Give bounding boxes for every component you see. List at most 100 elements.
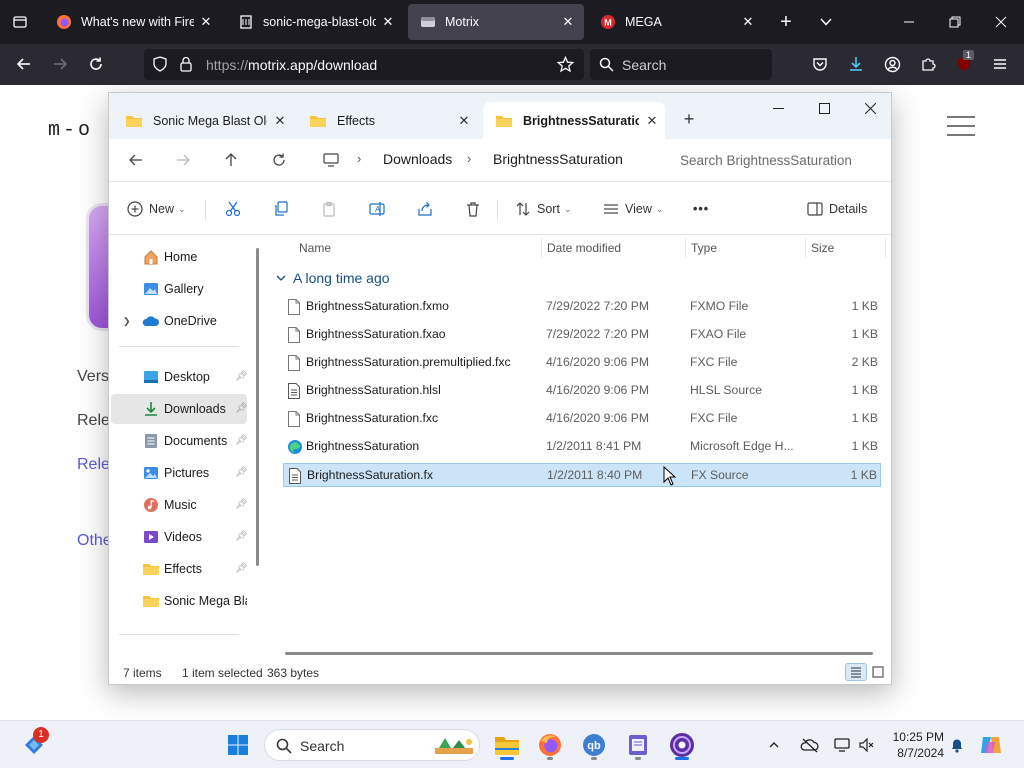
- nav-item-home[interactable]: Home: [111, 242, 247, 272]
- pocket-button[interactable]: [806, 50, 834, 78]
- taskbar-visual-studio[interactable]: [666, 729, 698, 761]
- file-row[interactable]: BrightnessSaturation 1/2/2011 8:41 PM Mi…: [283, 435, 881, 459]
- list-all-tabs-button[interactable]: [812, 8, 840, 36]
- volume-tray-button[interactable]: [856, 729, 878, 761]
- explorer-tab-effects[interactable]: Effects ✕: [297, 102, 477, 139]
- browser-tab-github[interactable]: sonic-mega-blast-old- ✕: [226, 4, 404, 40]
- bookmark-star-icon[interactable]: [557, 56, 574, 73]
- navigation-scrollbar[interactable]: [256, 248, 259, 566]
- nav-item-music[interactable]: Music 📌︎: [111, 490, 247, 520]
- close-icon[interactable]: ✕: [267, 113, 293, 129]
- share-button[interactable]: [417, 196, 433, 222]
- close-icon[interactable]: ✕: [556, 10, 580, 34]
- more-options-button[interactable]: •••: [693, 196, 709, 222]
- column-header-date[interactable]: Date modified: [547, 241, 621, 255]
- taskbar-clock[interactable]: 10:25 PM 8/7/2024: [884, 729, 944, 761]
- app-menu-button[interactable]: [986, 50, 1014, 78]
- pin-icon[interactable]: 📌︎: [235, 371, 247, 382]
- new-button[interactable]: New ⌄: [127, 196, 186, 222]
- forward-button[interactable]: [46, 50, 74, 78]
- details-pane-button[interactable]: Details: [807, 196, 867, 222]
- other-link[interactable]: Othe: [77, 532, 112, 550]
- explorer-tab-brightness[interactable]: BrightnessSaturation ✕: [483, 102, 665, 139]
- new-tab-button[interactable]: +: [675, 107, 703, 131]
- details-view-button[interactable]: [845, 663, 867, 681]
- close-icon[interactable]: ✕: [194, 10, 218, 34]
- refresh-button[interactable]: [264, 147, 294, 173]
- extensions-button[interactable]: [914, 50, 942, 78]
- file-row[interactable]: BrightnessSaturation.fxao 7/29/2022 7:20…: [283, 323, 881, 347]
- firefox-view-button[interactable]: [6, 10, 34, 34]
- taskbar-qbittorrent[interactable]: qb: [578, 729, 610, 761]
- nav-item-desktop[interactable]: Desktop 📌︎: [111, 362, 247, 392]
- nav-item-downloads[interactable]: Downloads 📌︎: [111, 394, 247, 424]
- search-bar[interactable]: Search: [590, 49, 772, 80]
- forward-button[interactable]: [168, 147, 198, 173]
- file-row-selected[interactable]: BrightnessSaturation.fx 1/2/2011 8:40 PM…: [283, 463, 881, 487]
- nav-item-sonic[interactable]: Sonic Mega Blas: [111, 586, 247, 616]
- account-button[interactable]: [878, 50, 906, 78]
- nav-item-documents[interactable]: Documents 📌︎: [111, 426, 247, 456]
- nav-item-gallery[interactable]: Gallery: [111, 274, 247, 304]
- pin-icon[interactable]: 📌︎: [235, 467, 247, 478]
- network-tray-button[interactable]: [830, 729, 854, 761]
- close-icon[interactable]: ✕: [376, 10, 400, 34]
- column-header-name[interactable]: Name: [299, 241, 331, 255]
- column-header-size[interactable]: Size: [811, 241, 834, 255]
- group-header[interactable]: A long time ago: [275, 270, 390, 286]
- close-window-button[interactable]: [847, 93, 893, 123]
- horizontal-scrollbar[interactable]: [285, 652, 873, 655]
- nav-item-pictures[interactable]: Pictures 📌︎: [111, 458, 247, 488]
- taskbar-firefox[interactable]: [534, 729, 566, 761]
- widgets-button[interactable]: 1: [18, 727, 50, 761]
- copilot-button[interactable]: [976, 729, 1006, 761]
- downloads-button[interactable]: [842, 50, 870, 78]
- site-menu-button[interactable]: [946, 115, 976, 137]
- pin-icon[interactable]: 📌︎: [235, 563, 247, 574]
- new-tab-button[interactable]: +: [772, 8, 800, 36]
- ublock-extension-button[interactable]: 1: [950, 50, 978, 78]
- file-row[interactable]: BrightnessSaturation.fxmo 7/29/2022 7:20…: [283, 295, 881, 319]
- browser-tab-firefox-news[interactable]: What's new with Firefo ✕: [44, 4, 222, 40]
- column-divider[interactable]: [805, 238, 806, 258]
- cut-button[interactable]: [225, 196, 241, 222]
- maximize-button[interactable]: [801, 93, 847, 123]
- back-button[interactable]: [10, 50, 38, 78]
- delete-button[interactable]: [465, 196, 481, 222]
- close-icon[interactable]: ✕: [736, 10, 760, 34]
- file-row[interactable]: BrightnessSaturation.fxc 4/16/2020 9:06 …: [283, 407, 881, 431]
- column-divider[interactable]: [685, 238, 686, 258]
- restore-button[interactable]: [932, 4, 978, 40]
- nav-item-onedrive[interactable]: ❯ OneDrive: [111, 306, 247, 336]
- up-button[interactable]: [216, 147, 246, 173]
- show-hidden-icons-button[interactable]: [762, 729, 786, 761]
- column-divider[interactable]: [885, 238, 886, 258]
- close-window-button[interactable]: [978, 4, 1024, 40]
- url-bar[interactable]: https://motrix.app/download: [144, 49, 584, 80]
- browser-tab-motrix[interactable]: Motrix ✕: [408, 4, 584, 40]
- reload-button[interactable]: [82, 50, 110, 78]
- close-icon[interactable]: ✕: [639, 113, 665, 129]
- back-button[interactable]: [121, 147, 151, 173]
- breadcrumb-current-folder[interactable]: BrightnessSaturation: [493, 151, 623, 167]
- sort-button[interactable]: Sort ⌄: [515, 196, 571, 222]
- minimize-button[interactable]: [886, 4, 932, 40]
- column-header-type[interactable]: Type: [691, 241, 717, 255]
- address-bar[interactable]: › Downloads › BrightnessSaturation: [309, 145, 661, 175]
- tiles-view-button[interactable]: [867, 663, 889, 681]
- breadcrumb-downloads[interactable]: Downloads: [383, 151, 452, 167]
- rename-button[interactable]: A: [369, 196, 385, 222]
- chevron-right-icon[interactable]: ❯: [123, 316, 131, 327]
- release-link[interactable]: Rele: [77, 456, 110, 474]
- pin-icon[interactable]: 📌︎: [235, 435, 247, 446]
- paste-button[interactable]: [321, 196, 337, 222]
- site-logo[interactable]: m-o: [48, 119, 93, 142]
- onedrive-tray-button[interactable]: [796, 729, 824, 761]
- folder-search-input[interactable]: Search BrightnessSaturation: [667, 146, 885, 176]
- taskbar-file-explorer[interactable]: [491, 729, 523, 761]
- start-button[interactable]: [222, 729, 254, 761]
- explorer-tab-sonic[interactable]: Sonic Mega Blast Old ✕: [113, 102, 293, 139]
- view-button[interactable]: View ⌄: [603, 196, 663, 222]
- column-divider[interactable]: [541, 238, 542, 258]
- notifications-button[interactable]: [946, 729, 968, 761]
